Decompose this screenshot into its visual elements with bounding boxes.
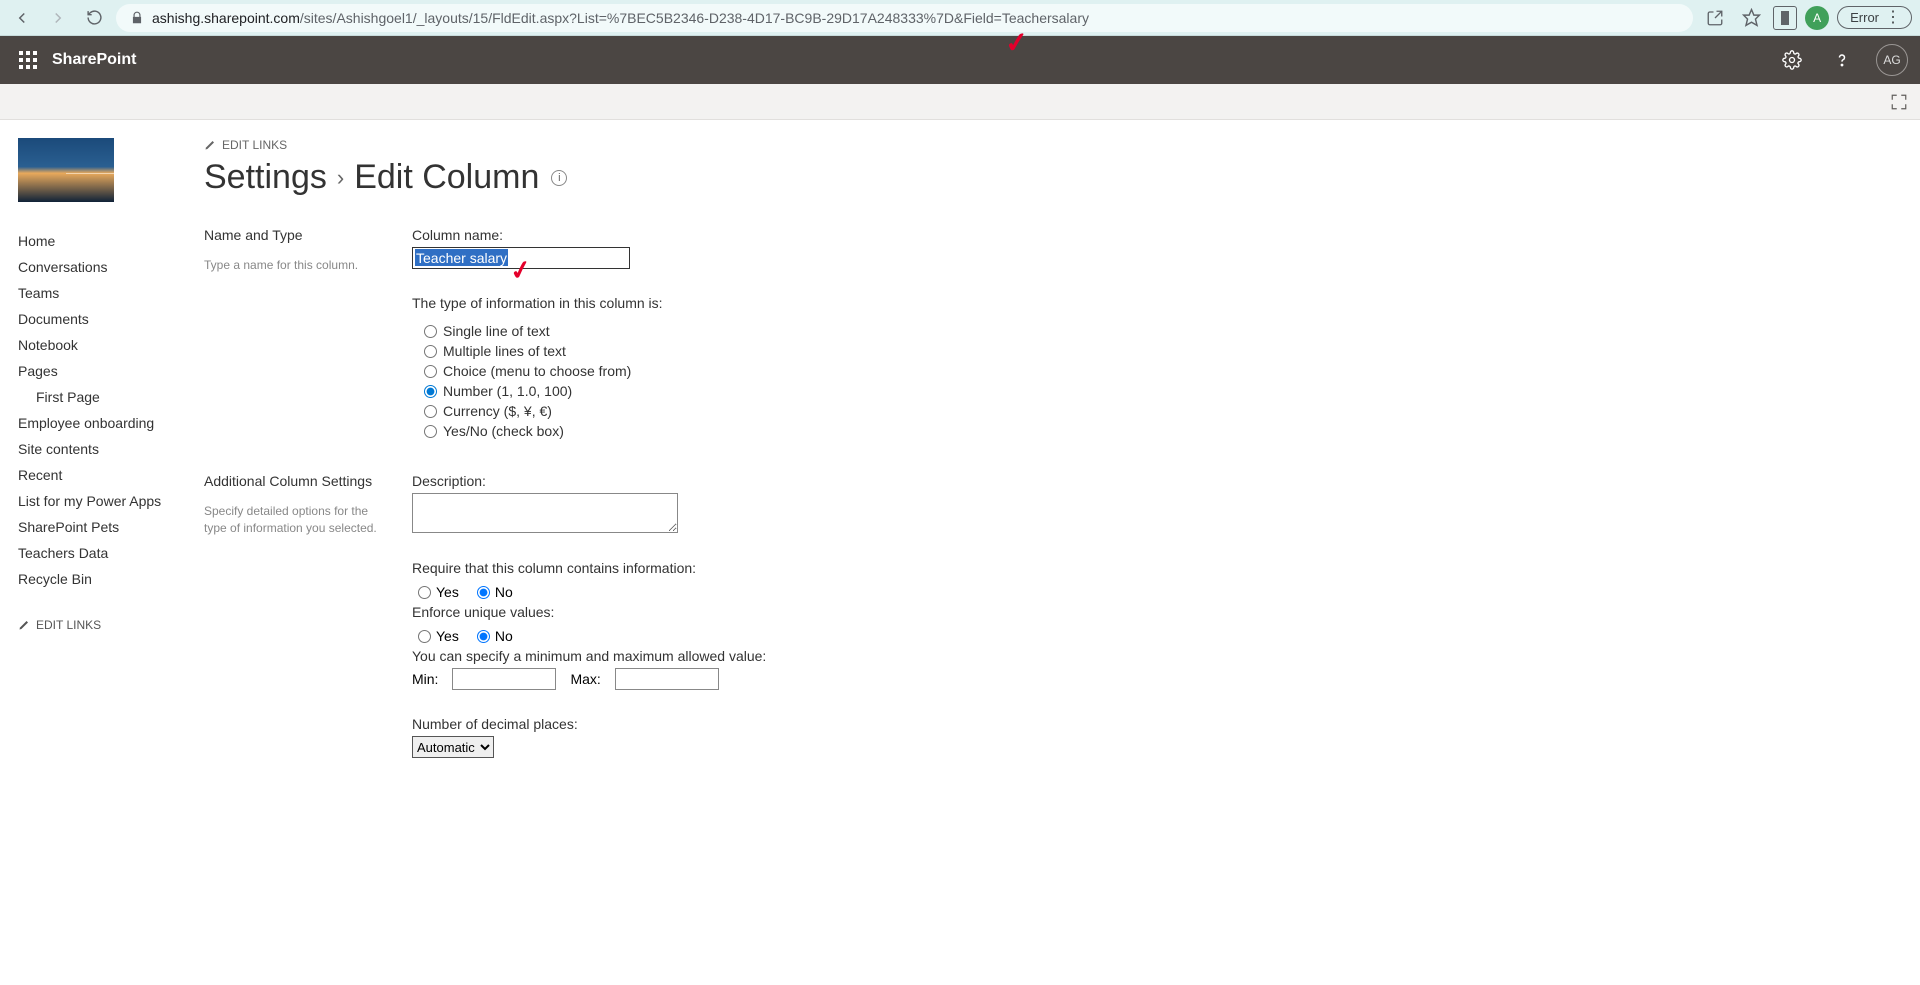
- pencil-icon: [18, 619, 30, 631]
- decimals-label: Number of decimal places:: [412, 716, 1920, 732]
- product-name[interactable]: SharePoint: [52, 51, 136, 69]
- type-radio-text[interactable]: [424, 325, 437, 338]
- breadcrumb-sep: ›: [337, 165, 344, 191]
- suite-header: SharePoint AG: [0, 36, 1920, 84]
- require-label: Require that this column contains inform…: [412, 560, 1920, 576]
- main-content: EDIT LINKS Settings › Edit Column i Name…: [186, 138, 1920, 790]
- settings-gear-icon[interactable]: [1776, 44, 1808, 76]
- column-name-selection: Teacher salary: [415, 249, 508, 266]
- section-heading: Additional Column Settings: [204, 473, 392, 489]
- max-label: Max:: [570, 671, 600, 687]
- nav-employee-onboarding[interactable]: Employee onboarding: [18, 410, 186, 436]
- nav-first-page[interactable]: First Page: [18, 384, 186, 410]
- edit-links-bottom[interactable]: EDIT LINKS: [18, 618, 186, 632]
- nav-recycle-bin[interactable]: Recycle Bin: [18, 566, 186, 592]
- nav-home[interactable]: Home: [18, 228, 186, 254]
- nav-conversations[interactable]: Conversations: [18, 254, 186, 280]
- forward-button[interactable]: [44, 4, 72, 32]
- info-icon[interactable]: i: [551, 170, 567, 186]
- page-title: Settings › Edit Column i: [204, 158, 1920, 197]
- section-desc: Type a name for this column.: [204, 257, 392, 274]
- min-label: Min:: [412, 671, 438, 687]
- app-launcher-icon[interactable]: [12, 44, 44, 76]
- require-no-radio[interactable]: [477, 586, 490, 599]
- back-button[interactable]: [8, 4, 36, 32]
- nav-site-contents[interactable]: Site contents: [18, 436, 186, 462]
- type-radio-number[interactable]: [424, 385, 437, 398]
- url-path: /sites/Ashishgoel1/_layouts/15/FldEdit.a…: [300, 10, 1089, 26]
- pencil-icon: [204, 139, 216, 151]
- edit-links-top[interactable]: EDIT LINKS: [204, 138, 1920, 152]
- bookmark-star-icon[interactable]: [1737, 4, 1765, 32]
- description-textarea[interactable]: [412, 493, 678, 533]
- left-nav: Home Conversations Teams Documents Noteb…: [18, 138, 186, 790]
- unique-yes-radio[interactable]: [418, 630, 431, 643]
- share-icon[interactable]: [1701, 4, 1729, 32]
- max-input[interactable]: [615, 668, 719, 690]
- require-yes-radio[interactable]: [418, 586, 431, 599]
- description-label: Description:: [412, 473, 1920, 489]
- help-icon[interactable]: [1826, 44, 1858, 76]
- nav-sharepoint-pets[interactable]: SharePoint Pets: [18, 514, 186, 540]
- decimals-select[interactable]: Automatic: [412, 736, 494, 758]
- address-bar[interactable]: ashishg.sharepoint.com/sites/Ashishgoel1…: [116, 4, 1693, 32]
- section-name-type: Name and Type Type a name for this colum…: [204, 227, 1920, 441]
- min-input[interactable]: [452, 668, 556, 690]
- unique-label: Enforce unique values:: [412, 604, 1920, 620]
- type-radio-choice[interactable]: [424, 365, 437, 378]
- profile-avatar[interactable]: A: [1805, 6, 1829, 30]
- nav-list-power-apps[interactable]: List for my Power Apps: [18, 488, 186, 514]
- page-scroll[interactable]: Home Conversations Teams Documents Noteb…: [0, 120, 1920, 985]
- breadcrumb-current: Edit Column: [354, 158, 539, 197]
- browser-error-button[interactable]: Error ⋮: [1837, 6, 1912, 29]
- url-host: ashishg.sharepoint.com: [152, 10, 300, 26]
- reload-button[interactable]: [80, 4, 108, 32]
- nav-recent[interactable]: Recent: [18, 462, 186, 488]
- nav-teams[interactable]: Teams: [18, 280, 186, 306]
- nav-teachers-data[interactable]: Teachers Data: [18, 540, 186, 566]
- lock-icon: [130, 11, 144, 25]
- unique-no-radio[interactable]: [477, 630, 490, 643]
- range-label: You can specify a minimum and maximum al…: [412, 648, 1920, 664]
- section-heading: Name and Type: [204, 227, 392, 243]
- command-bar: [0, 84, 1920, 120]
- section-additional: Additional Column Settings Specify detai…: [204, 473, 1920, 758]
- site-logo[interactable]: [18, 138, 114, 202]
- user-avatar[interactable]: AG: [1876, 44, 1908, 76]
- breadcrumb-settings[interactable]: Settings: [204, 158, 327, 197]
- nav-documents[interactable]: Documents: [18, 306, 186, 332]
- nav-pages[interactable]: Pages: [18, 358, 186, 384]
- type-radio-multiline[interactable]: [424, 345, 437, 358]
- section-desc: Specify detailed options for the type of…: [204, 503, 392, 537]
- type-prompt: The type of information in this column i…: [412, 295, 1920, 311]
- type-radio-currency[interactable]: [424, 405, 437, 418]
- nav-notebook[interactable]: Notebook: [18, 332, 186, 358]
- column-name-label: Column name:: [412, 227, 1920, 243]
- type-radio-yesno[interactable]: [424, 425, 437, 438]
- browser-toolbar: ashishg.sharepoint.com/sites/Ashishgoel1…: [0, 0, 1920, 36]
- focus-content-icon[interactable]: [1890, 93, 1908, 111]
- extensions-icon[interactable]: [1773, 6, 1797, 30]
